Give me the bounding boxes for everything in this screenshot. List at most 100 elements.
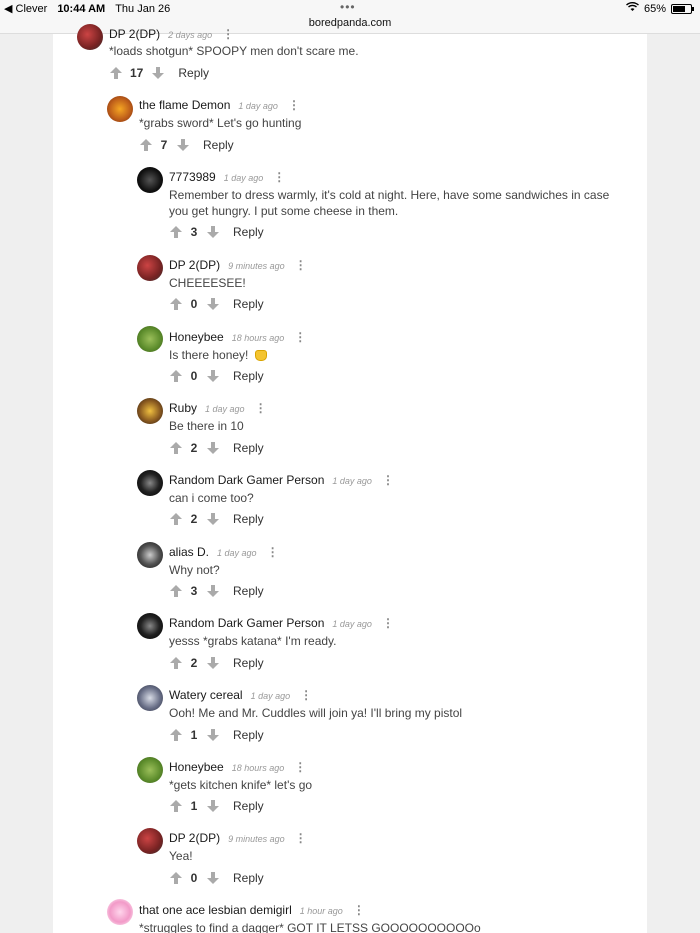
vote-count: 7 [160, 138, 168, 152]
comment-time: 1 day ago [217, 548, 257, 558]
avatar[interactable] [137, 398, 163, 424]
reply-button[interactable]: Reply [233, 512, 264, 526]
comment-author[interactable]: Watery cereal [169, 688, 243, 702]
vote-count: 2 [190, 441, 198, 455]
avatar[interactable] [107, 96, 133, 122]
avatar[interactable] [137, 685, 163, 711]
avatar[interactable] [137, 470, 163, 496]
comment-text: Remember to dress warmly, it's cold at n… [169, 188, 610, 218]
upvote-icon[interactable] [169, 728, 182, 742]
comment-author[interactable]: 7773989 [169, 170, 216, 184]
comment-time: 9 minutes ago [228, 261, 285, 271]
more-options-icon[interactable]: ⋮ [353, 903, 365, 917]
upvote-icon[interactable] [169, 584, 182, 598]
comment-author[interactable]: DP 2(DP) [109, 27, 160, 41]
downvote-icon[interactable] [206, 225, 219, 239]
upvote-icon[interactable] [169, 512, 182, 526]
comment-author[interactable]: DP 2(DP) [169, 831, 220, 845]
avatar[interactable] [137, 828, 163, 854]
comment-actions: 3 Reply [169, 584, 264, 598]
vote-count: 0 [190, 871, 198, 885]
more-options-icon[interactable]: ⋮ [255, 401, 267, 415]
comment-author[interactable]: Ruby [169, 401, 197, 415]
comment-time: 18 hours ago [231, 333, 285, 343]
comment-text: Yea! [169, 849, 193, 863]
comment-time: 2 days ago [168, 30, 213, 40]
reply-button[interactable]: Reply [233, 297, 264, 311]
avatar[interactable] [137, 542, 163, 568]
downvote-icon[interactable] [206, 512, 219, 526]
downvote-icon[interactable] [206, 728, 219, 742]
upvote-icon[interactable] [169, 225, 182, 239]
upvote-icon[interactable] [169, 656, 182, 670]
reply-button[interactable]: Reply [233, 871, 264, 885]
downvote-icon[interactable] [176, 138, 189, 152]
avatar[interactable] [107, 899, 133, 925]
more-options-icon[interactable]: ⋮ [267, 545, 279, 559]
reply-button[interactable]: Reply [178, 66, 209, 80]
more-options-icon[interactable]: ⋮ [382, 616, 394, 630]
downvote-icon[interactable] [206, 297, 219, 311]
reply-button[interactable]: Reply [233, 656, 264, 670]
comment-author[interactable]: DP 2(DP) [169, 258, 220, 272]
downvote-icon[interactable] [206, 656, 219, 670]
downvote-icon[interactable] [206, 871, 219, 885]
more-options-icon[interactable]: ⋮ [295, 258, 307, 272]
avatar[interactable] [137, 326, 163, 352]
reply-button[interactable]: Reply [233, 225, 264, 239]
upvote-icon[interactable] [169, 297, 182, 311]
comment-actions: 3 Reply [169, 225, 264, 239]
downvote-icon[interactable] [206, 799, 219, 813]
more-options-icon[interactable]: ⋮ [382, 473, 394, 487]
comment-time: 1 day ago [238, 101, 278, 111]
status-time: 10:44 AM [57, 2, 106, 15]
comment-text: Is there honey! [169, 347, 619, 363]
comment-author[interactable]: the flame Demon [139, 98, 230, 112]
comment-author[interactable]: Honeybee [169, 330, 224, 344]
downvote-icon[interactable] [206, 584, 219, 598]
downvote-icon[interactable] [151, 66, 165, 80]
avatar[interactable] [137, 255, 163, 281]
battery-icon [671, 3, 694, 14]
reply-button[interactable]: Reply [203, 138, 234, 152]
upvote-icon[interactable] [139, 138, 152, 152]
upvote-icon[interactable] [109, 66, 122, 80]
more-options-icon[interactable]: ⋮ [288, 98, 300, 112]
comment-author[interactable]: alias D. [169, 545, 209, 559]
reply-button[interactable]: Reply [233, 369, 264, 383]
comment-author[interactable]: Random Dark Gamer Person [169, 616, 324, 630]
comment-author[interactable]: Honeybee [169, 760, 224, 774]
comments-card: DP 2(DP) 2 days ago ⋮ *loads shotgun* SP… [53, 24, 647, 933]
upvote-icon[interactable] [169, 369, 182, 383]
reply-button[interactable]: Reply [233, 728, 264, 742]
comment-actions: 2 Reply [169, 656, 264, 670]
comment-text: Why not? [169, 563, 220, 577]
avatar[interactable] [137, 167, 163, 193]
comment-text-content: Is there honey! [169, 348, 249, 362]
reply-button[interactable]: Reply [233, 799, 264, 813]
avatar[interactable] [137, 757, 163, 783]
more-options-icon[interactable]: ⋮ [295, 831, 307, 845]
reply-button[interactable]: Reply [233, 584, 264, 598]
avatar[interactable] [137, 613, 163, 639]
upvote-icon[interactable] [169, 441, 182, 455]
url-bar[interactable]: boredpanda.com [0, 14, 700, 34]
comment-author[interactable]: that one ace lesbian demigirl [139, 903, 292, 917]
upvote-icon[interactable] [169, 871, 182, 885]
more-options-icon[interactable]: ⋮ [300, 688, 312, 702]
reply-button[interactable]: Reply [233, 441, 264, 455]
vote-count: 2 [190, 512, 198, 526]
downvote-icon[interactable] [206, 441, 219, 455]
comment-author[interactable]: Random Dark Gamer Person [169, 473, 324, 487]
more-dots-icon[interactable]: ••• [340, 0, 356, 14]
more-options-icon[interactable]: ⋮ [294, 330, 306, 344]
avatar[interactable] [77, 24, 103, 50]
more-options-icon[interactable]: ⋮ [294, 760, 306, 774]
downvote-icon[interactable] [206, 369, 219, 383]
more-options-icon[interactable]: ⋮ [273, 170, 285, 184]
comment-time: 1 day ago [250, 691, 291, 701]
more-options-icon[interactable]: ⋮ [222, 27, 234, 41]
comment-text: CHEEEESEE! [169, 276, 246, 290]
comment-time: 1 day ago [205, 404, 245, 414]
upvote-icon[interactable] [169, 799, 182, 813]
